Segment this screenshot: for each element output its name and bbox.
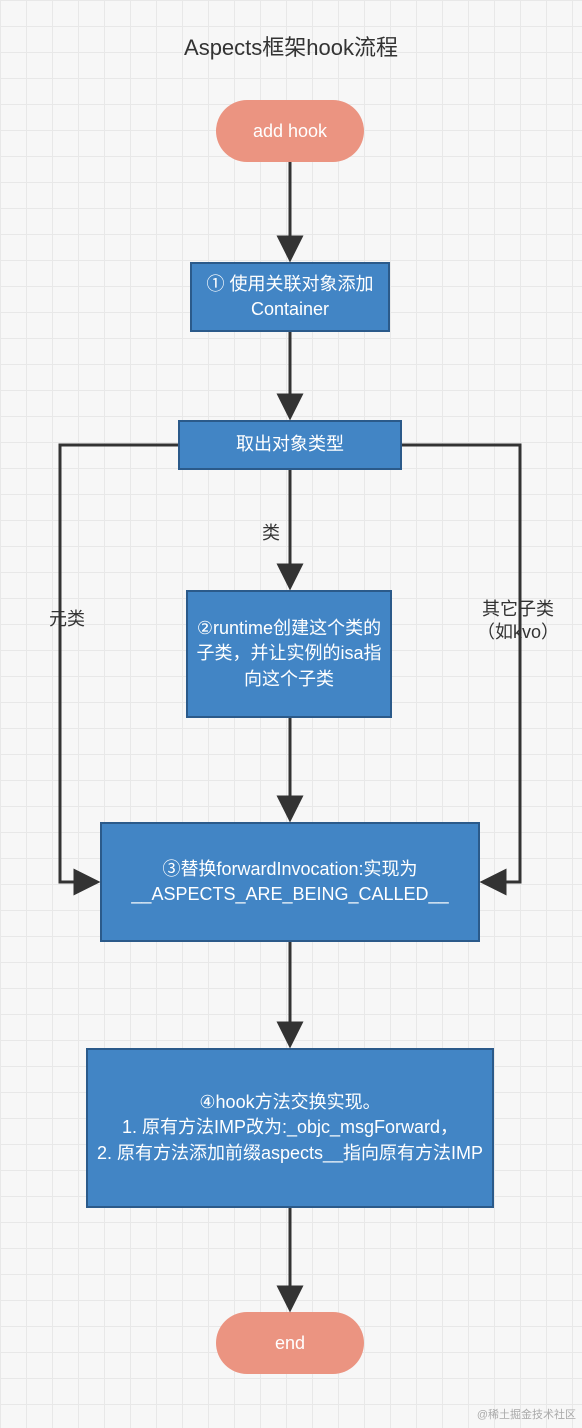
start-node: add hook bbox=[216, 100, 364, 162]
step1-node: ① 使用关联对象添加 Container bbox=[190, 262, 390, 332]
diagram-title: Aspects框架hook流程 bbox=[0, 30, 582, 62]
edge-label-right: 其它子类 （如kvo） bbox=[468, 598, 568, 645]
step2-node: ②runtime创建这个类的子类，并让实例的isa指向这个子类 bbox=[186, 590, 392, 718]
decision-node: 取出对象类型 bbox=[178, 420, 402, 470]
start-label: add hook bbox=[253, 121, 327, 142]
end-node: end bbox=[216, 1312, 364, 1374]
step3-node: ③替换forwardInvocation:实现为__ASPECTS_ARE_BE… bbox=[100, 822, 480, 942]
edge-label-middle: 类 bbox=[256, 522, 286, 545]
step1-label: ① 使用关联对象添加 Container bbox=[200, 272, 380, 322]
step4-label: ④hook方法交换实现。 1. 原有方法IMP改为:_objc_msgForwa… bbox=[97, 1090, 483, 1166]
end-label: end bbox=[275, 1333, 305, 1354]
edge-label-left: 元类 bbox=[42, 608, 92, 631]
step4-node: ④hook方法交换实现。 1. 原有方法IMP改为:_objc_msgForwa… bbox=[86, 1048, 494, 1208]
step3-label: ③替换forwardInvocation:实现为__ASPECTS_ARE_BE… bbox=[110, 857, 470, 907]
decision-label: 取出对象类型 bbox=[236, 432, 344, 457]
watermark: @稀土掘金技术社区 bbox=[477, 1406, 576, 1422]
step2-label: ②runtime创建这个类的子类，并让实例的isa指向这个子类 bbox=[196, 616, 382, 692]
